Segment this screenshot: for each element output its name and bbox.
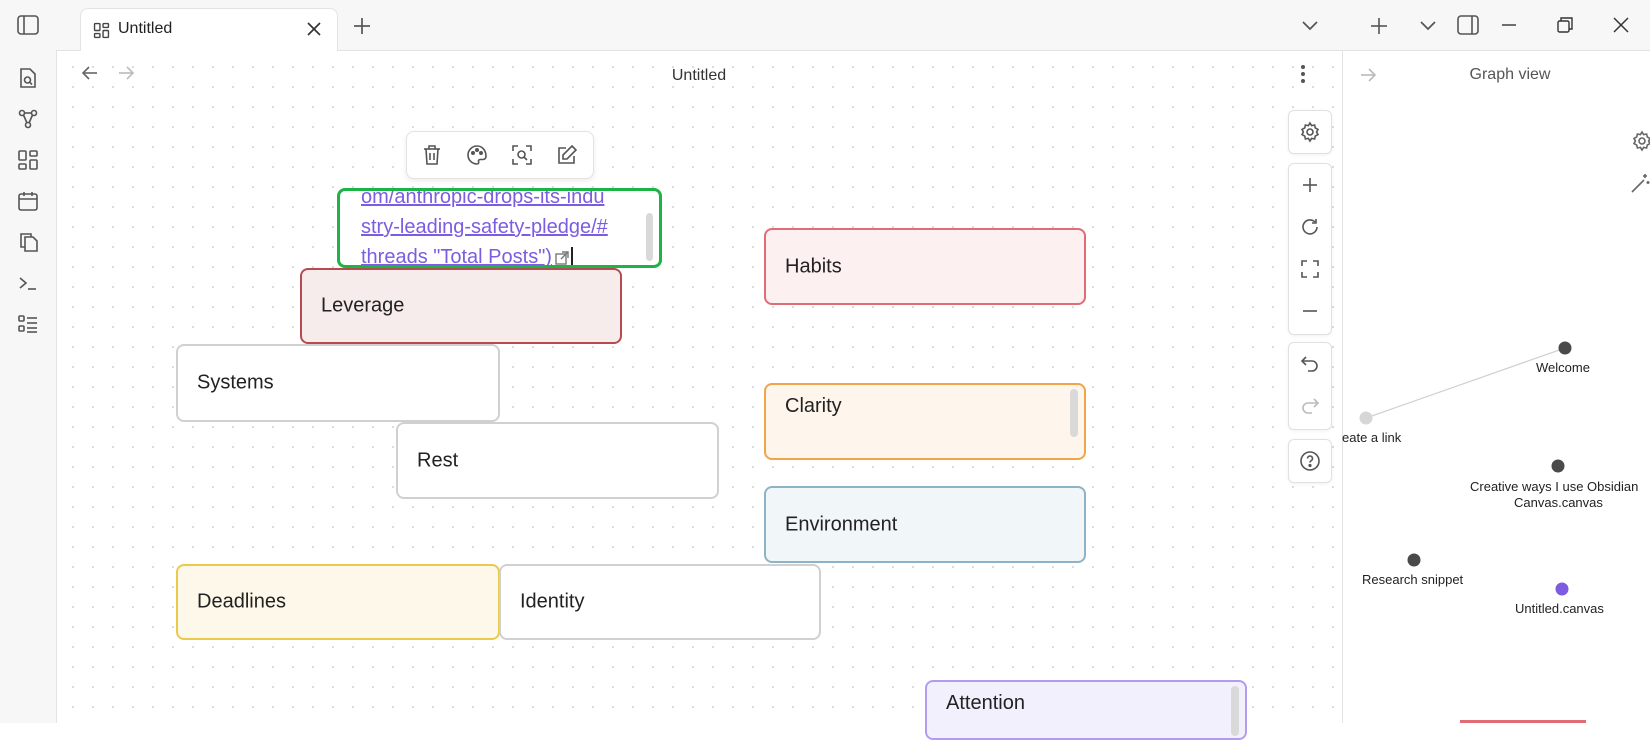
card-label: Identity (520, 590, 585, 613)
card-scrollbar[interactable] (646, 213, 653, 261)
sidebar-chevron-icon[interactable] (1418, 18, 1438, 34)
calendar-icon[interactable] (15, 188, 41, 214)
graph-label-research-snippet: Research snippet (1362, 572, 1464, 587)
graph-edge (1365, 347, 1566, 419)
card-label: Rest (417, 449, 459, 471)
graph-node-create-a-link[interactable] (1359, 411, 1373, 425)
graph-label-creative-ways: Creative ways I use Obsidian (1470, 479, 1639, 494)
graph-label-untitled-canvas: Untitled.canvas (1515, 601, 1604, 616)
canvas-tab-icon (93, 22, 110, 39)
new-note-plus-icon[interactable] (1369, 16, 1389, 36)
help-icon[interactable] (1298, 449, 1322, 473)
close-tab-icon[interactable] (305, 20, 323, 38)
link-line-2[interactable]: stry-leading-safety-pledge/# (361, 216, 608, 238)
card-editing-link[interactable]: om/anthropic-drops-its-indu stry-leading… (337, 188, 662, 268)
more-options-icon[interactable] (1300, 64, 1306, 84)
card-habits[interactable]: Habits (764, 228, 1086, 305)
card-environment[interactable]: Environment (764, 486, 1086, 563)
reset-zoom-icon[interactable] (1298, 215, 1322, 239)
tab-list-chevron-icon[interactable] (1300, 18, 1320, 34)
zoom-in-icon[interactable] (1298, 173, 1322, 197)
right-sidebar-toggle-icon[interactable] (1456, 14, 1480, 36)
list-icon[interactable] (15, 311, 41, 337)
close-window-icon[interactable] (1612, 16, 1630, 34)
card-label: Attention (946, 692, 1025, 714)
zoom-controls-group (1288, 163, 1332, 335)
zoom-out-icon[interactable] (1298, 299, 1322, 323)
card-attention[interactable]: Attention (925, 680, 1247, 740)
tab-title: Untitled (118, 20, 173, 37)
redo-icon[interactable] (1298, 394, 1322, 418)
graph-node-untitled-canvas[interactable] (1555, 582, 1569, 596)
card-label: Systems (197, 371, 274, 394)
card-label: Leverage (321, 294, 405, 317)
zoom-to-selection-icon[interactable] (510, 143, 534, 167)
settings-gear-icon[interactable] (1298, 120, 1322, 144)
canvas-settings-group (1288, 110, 1332, 154)
history-controls-group (1288, 342, 1332, 430)
graph-label-create-a-link: eate a link (1342, 430, 1402, 445)
new-tab-icon[interactable] (352, 16, 372, 36)
copy-files-icon[interactable] (15, 229, 41, 255)
fit-to-screen-icon[interactable] (1298, 257, 1322, 281)
palette-icon[interactable] (465, 143, 489, 167)
graph-canvas[interactable] (1342, 51, 1650, 723)
card-scrollbar[interactable] (1070, 389, 1078, 437)
link-line-3[interactable]: threads "Total Posts") (361, 246, 552, 265)
minimize-window-icon[interactable] (1500, 16, 1518, 34)
sidebar-toggle-icon[interactable] (15, 12, 41, 38)
card-identity[interactable]: Identity (499, 564, 821, 640)
help-group (1288, 439, 1332, 483)
card-label: Clarity (785, 395, 842, 417)
card-clarity[interactable]: Clarity (764, 383, 1086, 460)
undo-icon[interactable] (1298, 352, 1322, 376)
edit-icon[interactable] (555, 143, 579, 167)
graph-label-canvas-canvas: Canvas.canvas (1514, 495, 1603, 510)
graph-node-research-snippet[interactable] (1407, 553, 1421, 567)
link-line-1[interactable]: om/anthropic-drops-its-indu (361, 191, 604, 208)
card-rest[interactable]: Rest (396, 422, 719, 499)
card-leverage[interactable]: Leverage (300, 268, 622, 344)
card-label: Environment (785, 513, 898, 535)
search-file-icon[interactable] (15, 65, 41, 91)
card-scrollbar[interactable] (1231, 686, 1239, 736)
text-cursor (570, 246, 573, 265)
view-title: Untitled (671, 67, 727, 84)
card-label: Habits (785, 255, 842, 277)
restore-window-icon[interactable] (1556, 16, 1574, 34)
external-link-icon[interactable] (554, 250, 570, 265)
trash-icon[interactable] (420, 143, 444, 167)
tab-untitled[interactable]: Untitled (80, 8, 338, 51)
card-deadlines[interactable]: Deadlines (176, 564, 500, 640)
graph-label-welcome: Welcome (1536, 360, 1590, 375)
card-label: Deadlines (197, 590, 286, 613)
graph-node-welcome[interactable] (1558, 341, 1572, 355)
left-ribbon (0, 0, 57, 723)
card-systems[interactable]: Systems (176, 344, 500, 422)
graph-view-icon[interactable] (15, 106, 41, 132)
terminal-icon[interactable] (15, 270, 41, 296)
card-toolbar (406, 131, 594, 179)
canvas-icon[interactable] (15, 147, 41, 173)
graph-node-creative-ways[interactable] (1551, 459, 1565, 473)
